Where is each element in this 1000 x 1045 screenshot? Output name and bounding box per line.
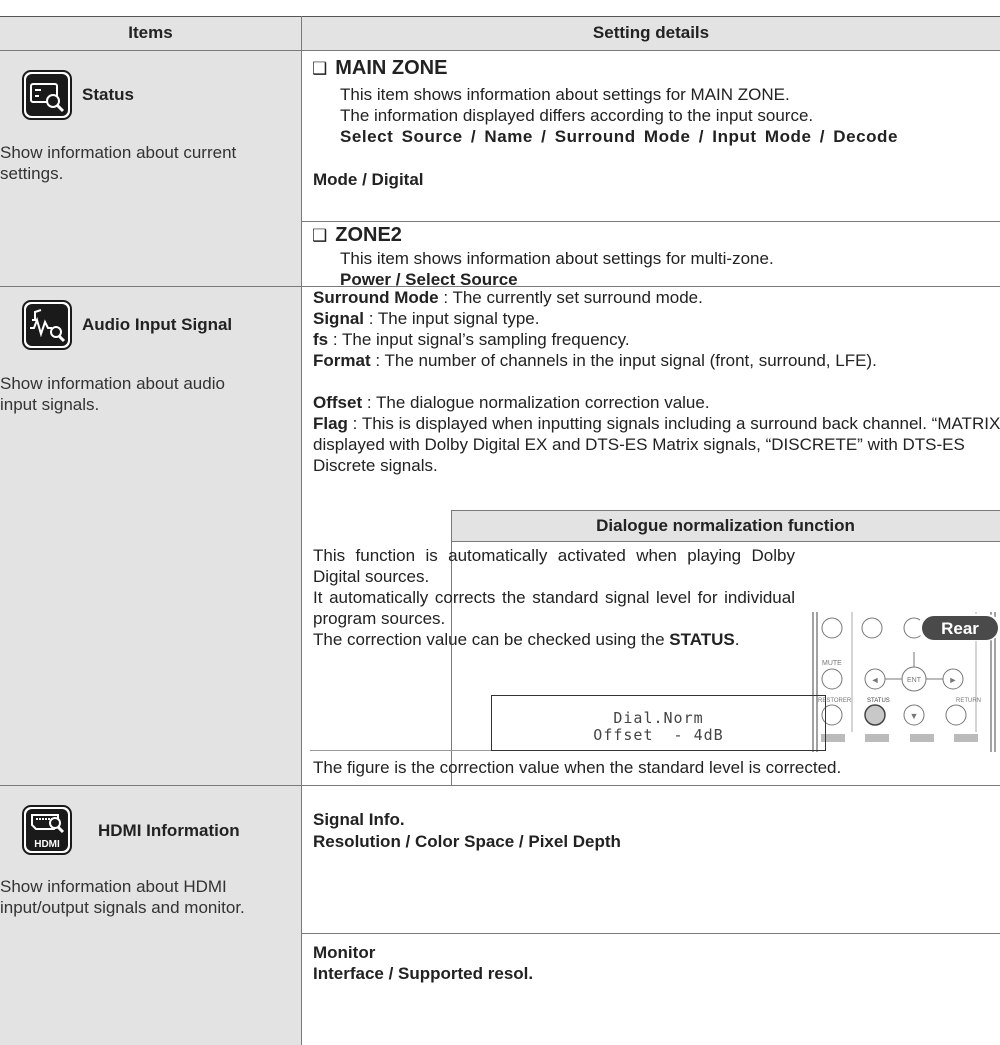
svg-text:►: ► — [949, 675, 958, 685]
audio-row-surround-mode: Surround Mode : The currently set surrou… — [313, 287, 703, 308]
column-divider — [301, 16, 302, 1045]
hdmi-information-title: HDMI Information — [98, 821, 240, 840]
dialnorm-heading: Dialogue normalization function — [596, 516, 855, 535]
term: Offset — [313, 393, 363, 412]
audio-row-offset: Offset : The dialogue normalization corr… — [313, 392, 710, 413]
hdmi-information-description: Show information about HDMI input/output… — [0, 877, 245, 917]
status-title: Status — [82, 85, 134, 104]
term: Flag — [313, 414, 348, 433]
dialnorm-para3: The correction value can be checked usin… — [313, 629, 795, 650]
audio-row-fs: fs : The input signal’s sampling frequen… — [313, 329, 630, 350]
remote-status-button — [864, 704, 886, 726]
dialnorm-para3-text: The correction value can be checked usin… — [313, 630, 665, 649]
definition: : The dialogue normalization correction … — [362, 393, 710, 412]
definition: : The currently set surround mode. — [438, 288, 703, 307]
dialnorm-para1: This function is automatically activated… — [313, 546, 795, 586]
audio-input-signal-description: Show information about audio input signa… — [0, 374, 225, 414]
audio-input-signal-icon — [22, 300, 72, 350]
hdmi-icon-label: HDMI — [34, 839, 60, 850]
audio-row-signal: Signal : The input signal type. — [313, 308, 539, 329]
signal-info-fields: Resolution / Color Space / Pixel Depth — [313, 832, 621, 851]
rear-badge: Rear — [941, 619, 979, 638]
main-zone-heading-text: MAIN ZONE — [335, 57, 448, 79]
checkbox-bullet-icon: ❑ — [312, 226, 328, 245]
items-column-header: Items — [128, 23, 173, 42]
period: . — [734, 630, 740, 649]
definition: : The number of channels in the input si… — [370, 351, 877, 370]
zone2-line1: This item shows information about settin… — [340, 249, 774, 268]
definition: : The input signal type. — [364, 309, 540, 328]
term: Format — [313, 351, 371, 370]
header-bottom-rule — [0, 50, 1000, 51]
audio-row-flag: Flag : This is displayed when inputting … — [313, 413, 1000, 476]
main-zone-fields-line1: Select Source / Name / Surround Mode / I… — [340, 127, 898, 146]
term: Signal — [313, 309, 365, 328]
checkbox-bullet-icon: ❑ — [312, 59, 328, 78]
display-line2: Offset - 4dB — [593, 726, 724, 744]
status-description: Show information about current settings. — [0, 143, 237, 183]
audio-input-signal-title: Audio Input Signal — [82, 315, 233, 334]
zone2-heading: ❑ ZONE2 — [312, 224, 402, 247]
audio-hdmi-rule — [0, 785, 1000, 786]
svg-text:◄: ◄ — [871, 675, 880, 685]
status-button-ref: STATUS — [669, 630, 735, 649]
hdmi-signal-monitor-rule — [302, 933, 1000, 934]
signal-info-title: Signal Info. — [313, 810, 405, 829]
svg-text:▼: ▼ — [910, 711, 919, 721]
monitor-fields: Interface / Supported resol. — [313, 964, 534, 983]
main-zone-line1: This item shows information about settin… — [340, 85, 790, 104]
remote-label-ent: ENT — [907, 677, 922, 684]
dialnorm-para2: It automatically corrects the standard s… — [313, 588, 795, 628]
term: fs — [313, 330, 329, 349]
dialnorm-caption: The figure is the correction value when … — [313, 758, 842, 777]
status-icon — [22, 70, 72, 120]
main-zone-zone2-rule — [302, 221, 1000, 222]
setting-details-column-header: Setting details — [592, 23, 710, 42]
definition: : This is displayed when inputting signa… — [313, 414, 1000, 475]
main-zone-line2: The information displayed differs accord… — [340, 106, 814, 125]
front-display-readout: Dial.Norm Offset - 4dB — [491, 695, 826, 751]
main-zone-fields-line2: Mode / Digital — [313, 170, 424, 189]
zone2-heading-text: ZONE2 — [335, 224, 402, 246]
audio-row-format: Format : The number of channels in the i… — [313, 350, 1000, 371]
remote-control-illustration: MUTE ◄ ENT ► RESTORER STATUS RETURN ▼ Re… — [810, 612, 1000, 752]
dialnorm-header-rule — [451, 541, 1000, 542]
remote-label-return: RETURN — [956, 698, 981, 704]
remote-label-status: STATUS — [867, 698, 890, 704]
display-line1: Dial.Norm — [613, 709, 704, 727]
remote-label-mute: MUTE — [822, 660, 842, 667]
term: Surround Mode — [313, 288, 439, 307]
main-zone-heading: ❑ MAIN ZONE — [312, 57, 447, 80]
monitor-title: Monitor — [313, 943, 376, 962]
definition: : The input signal’s sampling frequency. — [328, 330, 630, 349]
hdmi-information-icon: HDMI — [22, 805, 72, 855]
